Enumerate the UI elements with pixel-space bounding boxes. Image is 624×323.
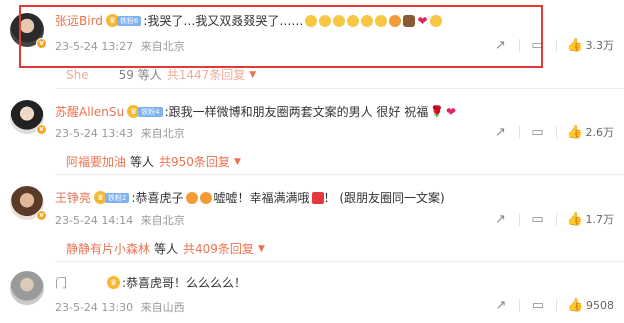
crown-icon: ♛ [107,276,121,289]
verified-badge-icon: v [36,124,47,135]
chevron-down-icon[interactable]: ▼ [258,244,265,254]
reply-count-link[interactable]: 共1447条回复 [167,66,246,83]
fan-level-badge: ♛ 铁粉2 [94,191,130,204]
divider [519,299,520,312]
red-envelope-emoji-icon [311,191,324,204]
comment-timestamp: 23-5-24 14:14 [55,214,134,227]
thumbs-up-icon[interactable]: 👍 [567,298,583,313]
divider [556,299,557,312]
comment-location: 来自北京 [140,214,185,227]
verified-badge-icon: v [36,210,47,221]
tiger-emoji-icon [199,191,212,204]
divider [555,38,557,52]
divider [555,125,557,139]
fan-level-badge: ♛ 铁粉4 [127,105,163,118]
reply-preview-name[interactable]: She [66,68,89,82]
avatar[interactable] [10,271,44,305]
comment-location: 来自北京 [140,127,185,140]
divider [55,261,624,262]
chevron-down-icon[interactable]: ▼ [234,157,241,167]
comment-icon[interactable]: ▭ [530,212,546,227]
divider [55,88,624,89]
thumbs-up-icon[interactable]: 👍 [567,212,583,227]
reply-count-link[interactable]: 共409条回复 [183,240,254,257]
comment-timestamp: 23-5-24 13:43 [55,127,134,140]
comment-text: :恭喜虎哥！么么么么！ [122,276,247,290]
like-count: 3.3万 [585,39,615,52]
highlight-box [19,5,543,68]
comment-text-part: :恭喜虎子 [131,191,184,205]
heart-icon: ❤ [445,104,457,119]
username[interactable]: 门 [55,274,67,291]
comment-location: 来自山西 [140,301,185,314]
comment-text: :跟我一样微博和朋友圈两套文案的男人 很好 祝福 [164,105,429,119]
reply-preview-name[interactable]: 阿福要加油 [66,153,126,170]
tiger-emoji-icon [185,191,198,204]
share-icon[interactable]: ↗ [493,125,509,140]
username[interactable]: 苏醒AllenSu [55,103,124,120]
reply-preview-name[interactable]: 静静有片小森林 [66,240,150,257]
share-icon[interactable]: ↗ [493,298,509,313]
reply-count-link[interactable]: 共950条回复 [159,153,230,170]
thumbs-up-icon[interactable]: 👍 [567,38,583,53]
like-count: 1.7万 [585,213,615,226]
divider [518,212,520,226]
comment-text-part: 嘘嘘！幸福满满哦 [213,191,310,205]
like-count: 9508 [586,299,614,312]
share-icon[interactable]: ↗ [493,212,509,227]
reply-preview-suffix: 等人 [130,155,155,169]
thumbs-up-icon[interactable]: 👍 [567,125,583,140]
reply-preview-suffix: 59 等人 [118,68,162,82]
username[interactable]: 王铮亮 [55,189,91,206]
comment-icon[interactable]: ▭ [530,125,546,140]
comment-icon[interactable]: ▭ [530,298,546,313]
fan-level-badge: ♛ [107,276,121,289]
divider [518,125,520,139]
divider [555,212,557,226]
chevron-down-icon[interactable]: ▼ [249,70,256,80]
like-count: 2.6万 [585,126,615,139]
rose-emoji-icon: 🌹 [430,105,444,118]
comment-text-part: ！ (跟朋友圈同一文案) [323,191,445,205]
divider [55,174,624,175]
comment-timestamp: 23-5-24 13:30 [55,301,134,314]
reply-preview-suffix: 等人 [154,242,179,256]
